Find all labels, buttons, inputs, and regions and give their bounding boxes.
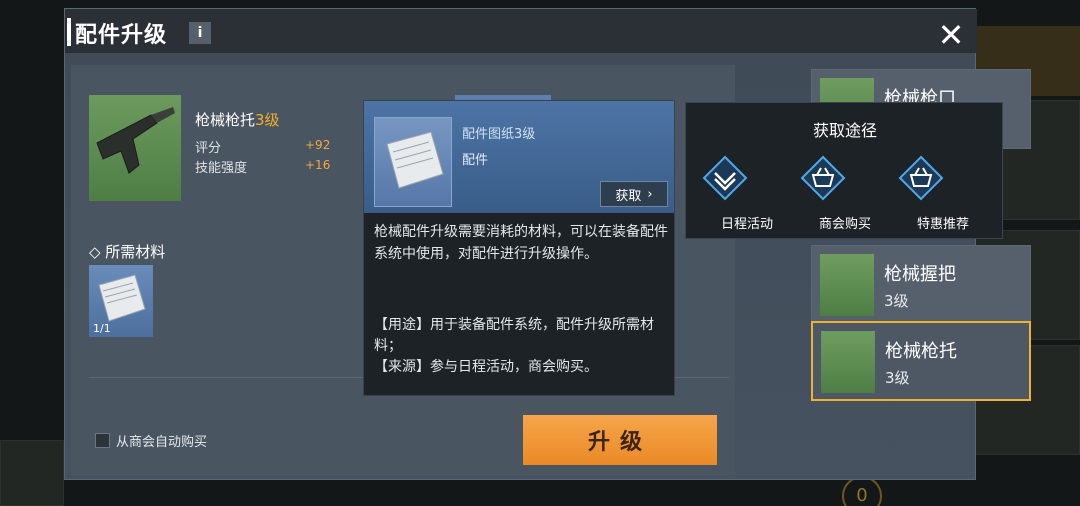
part-level: 3级 — [255, 111, 280, 129]
auto-buy-label: 从商会自动购买 — [116, 435, 208, 450]
upgrade-button[interactable]: 升级 — [523, 415, 717, 465]
tooltip-source: 【来源】参与日程活动，商会购买。 — [374, 359, 598, 375]
materials-label: ◇ 所需材料 — [89, 243, 166, 261]
item-tooltip: 配件图纸3级 配件 获取 › 枪械配件升级需要消耗的材料，可以在装备配件系统中使… — [363, 100, 675, 396]
tooltip-header: 配件图纸3级 配件 获取 › — [364, 101, 674, 213]
obtain-label: 获取 — [615, 188, 642, 204]
tooltip-usage: 【用途】用于装备配件系统，配件升级所需材料； — [374, 317, 654, 354]
part-list-item-grip[interactable]: 枪械握把 3级 — [811, 245, 1031, 325]
tooltip-item-image — [374, 117, 452, 207]
part-title: 枪械枪托3级 — [195, 109, 280, 130]
schedule-icon — [702, 155, 748, 201]
stat-label-skill: 技能强度 — [195, 161, 248, 176]
tooltip-description: 枪械配件升级需要消耗的材料，可以在装备配件系统中使用，对配件进行升级操作。 — [374, 224, 668, 262]
obtain-button[interactable]: 获取 › — [600, 181, 668, 207]
obtain-popup-title: 获取途径 — [812, 121, 877, 140]
auto-buy-checkbox[interactable] — [95, 433, 110, 448]
deal-basket-icon — [898, 155, 944, 201]
dialog-title: 配件升级 — [75, 23, 168, 48]
shop-basket-icon — [800, 155, 846, 201]
part-list-item-stock[interactable]: 枪械枪托 3级 — [811, 321, 1031, 401]
background-card — [0, 440, 64, 506]
rifle-stock-icon — [96, 107, 175, 174]
stat-value-score: +92 — [305, 138, 331, 152]
title-accent-bar — [67, 18, 71, 46]
grip-thumbnail — [820, 254, 874, 316]
stock-part-image — [89, 95, 181, 201]
dialog-header: 配件升级 i ✕ — [65, 9, 977, 55]
obtain-option-label: 商会购买 — [818, 217, 871, 232]
obtain-option-label: 日程活动 — [720, 217, 773, 232]
background-badge-icon: 0 — [842, 476, 882, 506]
chevron-right-icon: › — [647, 186, 653, 202]
obtain-option-schedule[interactable]: 日程活动 — [702, 155, 792, 232]
obtain-option-shop[interactable]: 商会购买 — [800, 155, 890, 232]
material-slot[interactable]: 1/1 — [89, 265, 153, 337]
list-item-name: 枪械握把 — [884, 264, 956, 285]
obtain-option-label: 特惠推荐 — [916, 217, 969, 232]
close-button[interactable]: ✕ — [931, 15, 971, 55]
list-item-name: 枪械枪托 — [885, 341, 957, 362]
info-icon[interactable]: i — [189, 22, 211, 44]
list-item-level: 3级 — [885, 369, 910, 387]
tooltip-item-name: 配件图纸3级 — [462, 127, 536, 142]
stat-label-score: 评分 — [195, 141, 222, 156]
stat-value-skill: +16 — [305, 158, 331, 172]
material-count: 1/1 — [93, 322, 111, 335]
part-name: 枪械枪托 — [195, 111, 256, 129]
list-item-level: 3级 — [884, 292, 909, 310]
blueprint-icon — [386, 131, 444, 189]
tooltip-item-type: 配件 — [462, 153, 489, 168]
obtain-methods-popup: 获取途径 日程活动 商会购买 特惠推荐 — [685, 102, 1003, 239]
auto-buy-option[interactable]: 从商会自动购买 — [95, 431, 207, 450]
stock-thumbnail — [821, 331, 875, 393]
obtain-option-deal[interactable]: 特惠推荐 — [898, 155, 988, 232]
